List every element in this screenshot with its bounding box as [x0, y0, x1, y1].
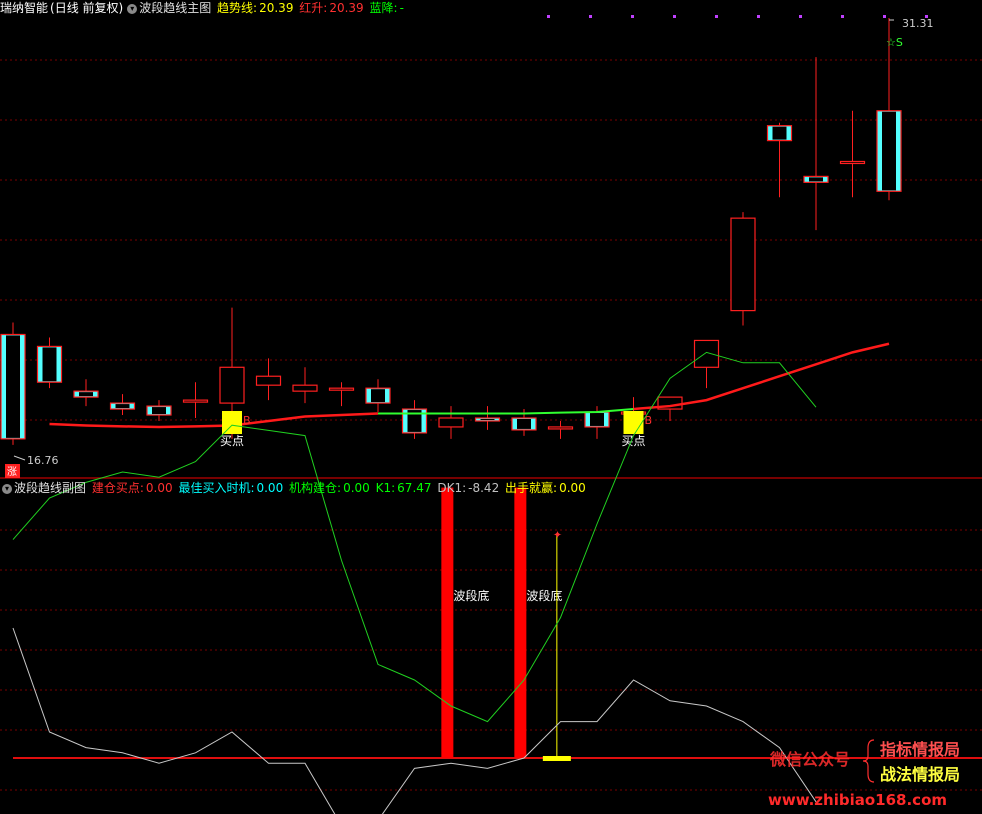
candle-body-inner	[79, 392, 93, 397]
candle-body-up	[219, 366, 245, 404]
institution-value: 0.00	[343, 481, 370, 495]
limit-up-text: 涨	[7, 466, 17, 478]
main-header: 瑞纳智能 (日线 前复权) ▾ 波段趋线主图 趋势线: 20.39 红升: 20.39 蓝…	[0, 0, 406, 16]
trend-line-rise	[49, 412, 379, 429]
sub-indicator-name[interactable]: 波段趋线副图	[14, 481, 86, 495]
candle-body-up	[730, 217, 756, 312]
candle-body-inner	[115, 404, 130, 409]
win-value: 0.00	[559, 481, 586, 495]
build-buy-value: 0.00	[145, 481, 173, 495]
candle-body-inner	[590, 413, 604, 426]
trend-label: 趋势线:	[217, 1, 258, 15]
buy-marker-label: 买点	[220, 434, 244, 448]
period-label: (日线 前复权)	[50, 1, 124, 15]
sub-header: ▾ 波段趋线副图 建仓买点: 0.00 最佳买入时机: 0.00 机构建仓: 0.00 …	[0, 480, 588, 496]
period-dot	[883, 15, 886, 18]
candle-body-inner	[517, 418, 531, 429]
candle-body-up	[182, 399, 209, 403]
candle-body-up	[693, 339, 720, 368]
best-buy-label: 最佳买入时机:	[178, 481, 255, 495]
candle-body-inner	[809, 177, 823, 182]
build-buy-label: 建仓买点:	[91, 481, 144, 495]
chevron-down-icon[interactable]: ▾	[2, 483, 12, 494]
period-dot	[589, 15, 592, 18]
dk1-line	[12, 627, 817, 814]
period-dot	[715, 15, 718, 18]
candle-body-up	[292, 384, 318, 392]
low-pointer	[13, 455, 26, 461]
period-dot	[547, 15, 550, 18]
buy-marker	[623, 411, 644, 434]
chevron-down-icon[interactable]: ▾	[127, 3, 138, 14]
best-buy-value: 0.00	[256, 481, 284, 495]
candle-body-inner	[480, 418, 495, 420]
dk1-label: DK1:	[437, 481, 467, 495]
buy-marker	[222, 411, 242, 434]
main-indicator-name[interactable]: 波段趋线主图	[139, 1, 211, 15]
trend-value: 20.39	[259, 1, 294, 15]
watermark-url: www.zhibiao168.com	[768, 791, 947, 809]
k1-label: K1:	[375, 481, 396, 495]
period-dot	[757, 15, 760, 18]
red-rise-value: 20.39	[329, 1, 364, 15]
period-dot	[799, 15, 802, 18]
candle-body-inner	[42, 347, 57, 382]
red-rise-label: 红升:	[299, 1, 328, 15]
stock-name: 瑞纳智能	[0, 1, 49, 15]
high-price-label: 31.31	[902, 17, 934, 30]
candle-body-inner	[772, 126, 787, 140]
candle-body-up	[328, 387, 355, 391]
chart-canvas: B买点B买点31.31☆S16.76涨波段底 波段底✦微信公众号指标情报局战法情报…	[0, 15, 982, 814]
candle-body-up	[438, 417, 464, 428]
candle-body-inner	[6, 335, 20, 438]
period-dot	[841, 15, 844, 18]
signal-star: ✦	[553, 528, 562, 541]
candle-body-inner	[882, 111, 896, 191]
low-price-label: 16.76	[27, 454, 59, 467]
watermark-name-2: 战法情报局	[880, 765, 960, 784]
blue-fall-label: 蓝降:	[369, 1, 398, 15]
blue-fall-value: -	[399, 1, 404, 15]
signal-base	[542, 756, 571, 761]
win-label: 出手就赢:	[505, 481, 558, 495]
candle-body-up	[547, 426, 574, 430]
bottom-bar	[441, 487, 454, 758]
bottom-bar	[514, 487, 527, 758]
candle-body-up	[255, 375, 282, 386]
candle-body-inner	[371, 389, 385, 403]
watermark-wechat: 微信公众号	[769, 750, 850, 769]
institution-label: 机构建仓:	[289, 481, 342, 495]
watermark-brace	[862, 739, 875, 783]
dk1-value: -8.42	[468, 481, 500, 495]
period-dot	[673, 15, 676, 18]
watermark-name-1: 指标情报局	[880, 740, 960, 759]
candle-body-inner	[152, 407, 166, 415]
star-label: ☆S	[886, 36, 903, 49]
buy-marker-b: B	[243, 414, 251, 427]
k1-value: 67.47	[397, 481, 432, 495]
candle-body-up	[839, 160, 866, 165]
period-dot	[631, 15, 634, 18]
bottom-bar-label: 波段底	[453, 588, 489, 603]
